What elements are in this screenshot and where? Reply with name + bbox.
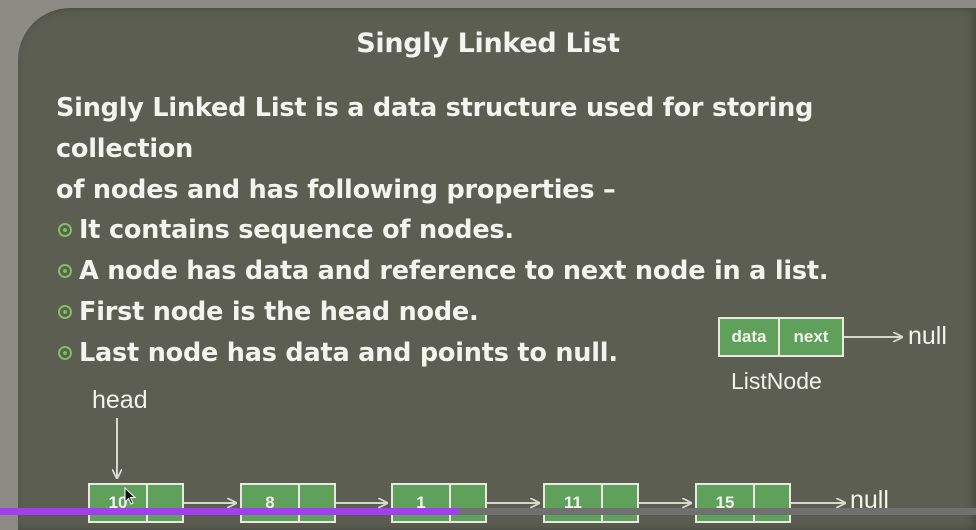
- arrows-layer: [0, 0, 976, 530]
- video-progress-bar[interactable]: [0, 508, 976, 515]
- video-frame: Singly Linked List Singly Linked List is…: [0, 0, 976, 530]
- video-progress-fill: [0, 508, 459, 515]
- mouse-cursor-icon: [124, 487, 136, 505]
